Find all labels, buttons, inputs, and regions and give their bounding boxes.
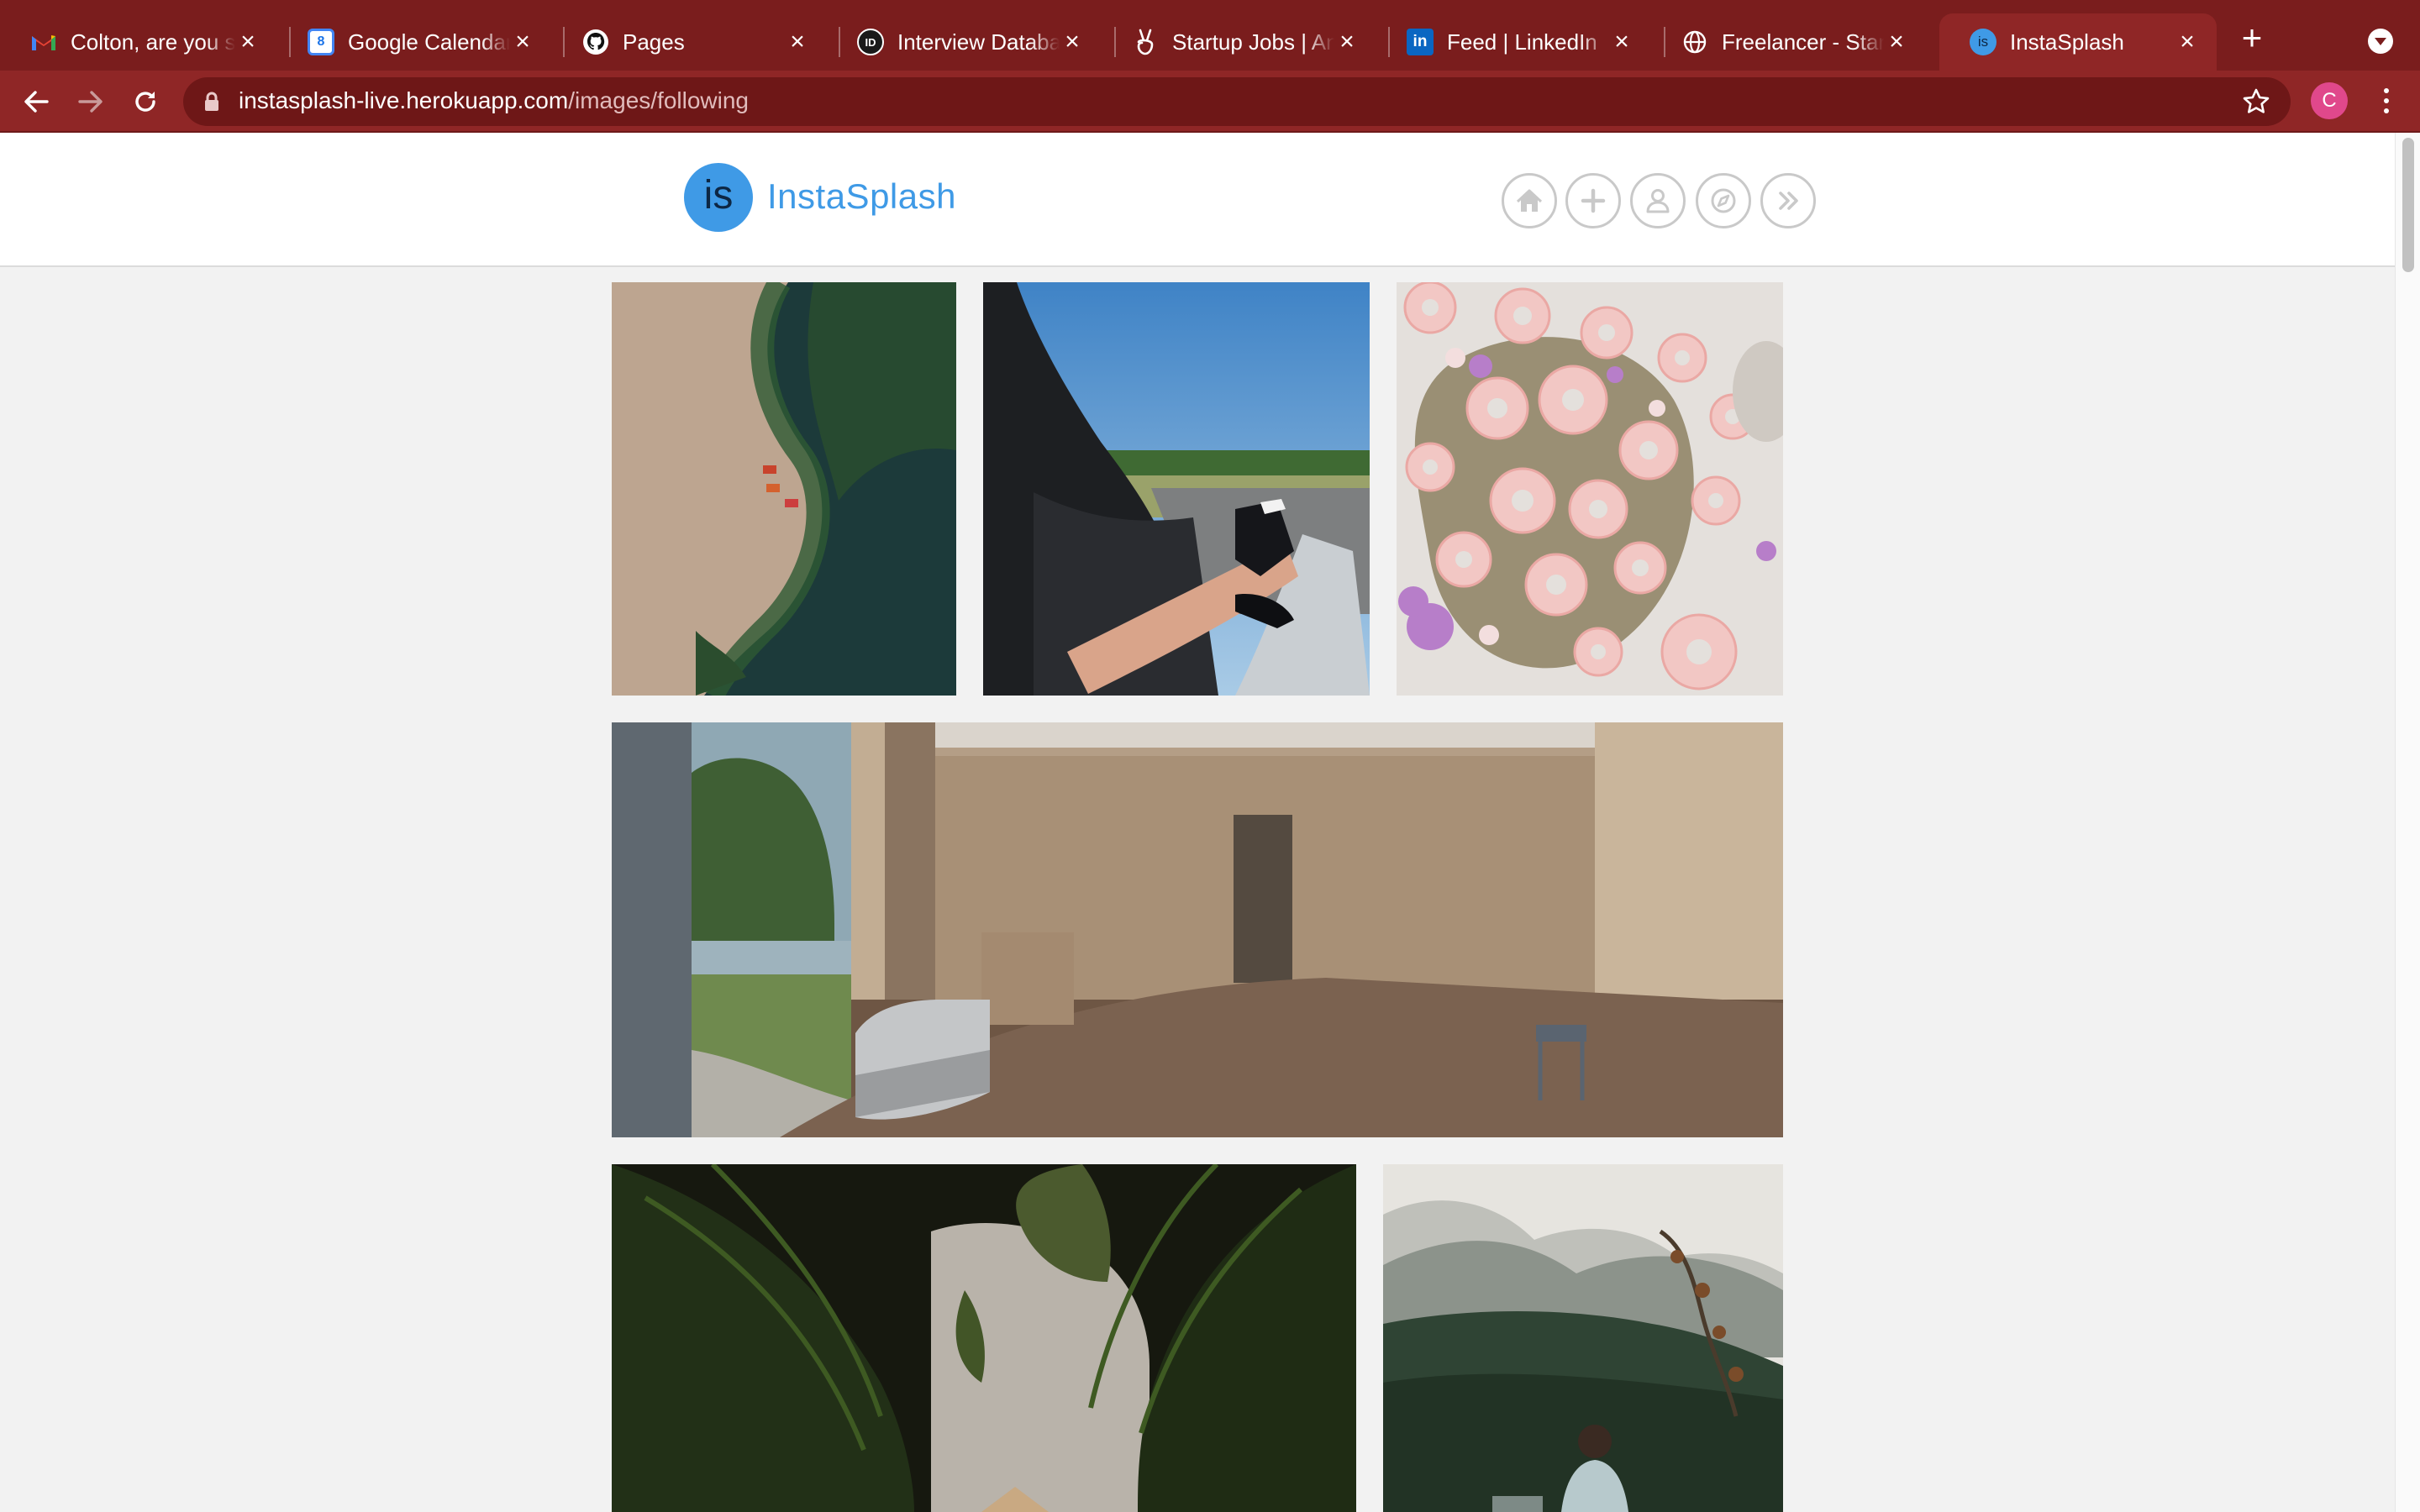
browser-tab-pages[interactable]: Pages × bbox=[552, 13, 827, 71]
forward-button[interactable] bbox=[71, 82, 110, 121]
lock-icon bbox=[205, 92, 218, 111]
bookmark-star-icon bbox=[2243, 88, 2270, 113]
photo-wooden-interior bbox=[612, 722, 1783, 1137]
photo-aerial-beach bbox=[612, 282, 956, 696]
interview-db-icon: ID bbox=[857, 29, 884, 55]
browser-menu-button[interactable] bbox=[2370, 82, 2403, 119]
browser-toolbar: instasplash-live.herokuapp.com/images/fo… bbox=[0, 71, 2420, 133]
tab-search-button[interactable] bbox=[2368, 29, 2393, 54]
reload-button[interactable] bbox=[126, 82, 165, 121]
browser-tab-interview-database[interactable]: ID Interview Database × bbox=[827, 13, 1102, 71]
calendar-icon: 8 bbox=[308, 29, 334, 55]
user-icon bbox=[1646, 189, 1670, 213]
browser-tab-instasplash[interactable]: is InstaSplash × bbox=[1939, 13, 2217, 71]
globe-icon bbox=[1681, 29, 1708, 55]
profile-avatar[interactable]: C bbox=[2311, 82, 2348, 119]
browser-tab-strip: Colton, are you still looking × 8 Google… bbox=[0, 0, 2420, 71]
tab-close-icon[interactable]: × bbox=[1609, 29, 1634, 55]
photo-car-window bbox=[983, 282, 1370, 696]
new-tab-button[interactable]: + bbox=[2235, 20, 2269, 55]
back-button[interactable] bbox=[17, 82, 55, 121]
browser-tab-gmail[interactable]: Colton, are you still looking × bbox=[0, 13, 277, 71]
browser-tab-calendar[interactable]: 8 Google Calendar × bbox=[277, 13, 552, 71]
nav-home-button[interactable] bbox=[1502, 173, 1557, 228]
tab-close-icon[interactable]: × bbox=[1334, 29, 1360, 55]
tab-close-icon[interactable]: × bbox=[1884, 29, 1909, 55]
tab-close-icon[interactable]: × bbox=[1060, 29, 1085, 55]
github-icon bbox=[582, 29, 609, 55]
instasplash-favicon-icon: is bbox=[1970, 29, 1996, 55]
browser-tab-linkedin[interactable]: in Feed | LinkedIn × bbox=[1376, 13, 1651, 71]
double-chevron-right-icon bbox=[1779, 192, 1798, 210]
browser-tab-freelancer[interactable]: Freelancer - Start × bbox=[1651, 13, 1926, 71]
site-header: is InstaSplash bbox=[0, 133, 2395, 267]
tab-close-icon[interactable]: × bbox=[510, 29, 535, 55]
gmail-icon bbox=[30, 29, 57, 55]
linkedin-icon: in bbox=[1407, 29, 1434, 55]
address-bar[interactable]: instasplash-live.herokuapp.com/images/fo… bbox=[183, 77, 2291, 126]
feed-image-car-window[interactable] bbox=[983, 282, 1370, 696]
tab-close-icon[interactable]: × bbox=[2175, 29, 2200, 55]
photo-donuts bbox=[1397, 282, 1783, 696]
arrow-right-icon bbox=[78, 91, 103, 113]
feed-image-wooden-interior[interactable] bbox=[612, 722, 1783, 1137]
nav-add-image-button[interactable] bbox=[1565, 173, 1621, 228]
feed-image-palm-fronds[interactable] bbox=[612, 1164, 1356, 1512]
photo-mountain-view bbox=[1383, 1164, 1783, 1512]
browser-tab-angellist[interactable]: Startup Jobs | AngelList × bbox=[1102, 13, 1376, 71]
nav-following-button[interactable] bbox=[1760, 173, 1816, 228]
reload-icon bbox=[135, 92, 155, 112]
compass-icon bbox=[1711, 188, 1736, 213]
page-scrollbar[interactable] bbox=[2395, 133, 2420, 1512]
angellist-icon bbox=[1132, 29, 1159, 55]
feed-image-aerial-beach[interactable] bbox=[612, 282, 956, 696]
nav-explore-button[interactable] bbox=[1696, 173, 1751, 228]
nav-profile-button[interactable] bbox=[1630, 173, 1686, 228]
tab-close-icon[interactable]: × bbox=[785, 29, 810, 55]
feed-image-donuts[interactable] bbox=[1397, 282, 1783, 696]
photo-palm-fronds bbox=[612, 1164, 1356, 1512]
calendar-icon-day: 8 bbox=[317, 34, 325, 49]
page-viewport: is InstaSplash bbox=[0, 133, 2395, 1512]
arrow-left-icon bbox=[24, 91, 49, 113]
site-name[interactable]: InstaSplash bbox=[767, 176, 956, 217]
feed-image-mountain-view[interactable] bbox=[1383, 1164, 1783, 1512]
scrollbar-thumb[interactable] bbox=[2402, 138, 2414, 272]
plus-icon bbox=[1581, 188, 1606, 213]
site-logo[interactable]: is bbox=[684, 163, 753, 232]
home-icon bbox=[1516, 189, 1543, 212]
url-text: instasplash-live.herokuapp.com/images/fo… bbox=[239, 87, 749, 113]
tab-close-icon[interactable]: × bbox=[235, 29, 260, 55]
